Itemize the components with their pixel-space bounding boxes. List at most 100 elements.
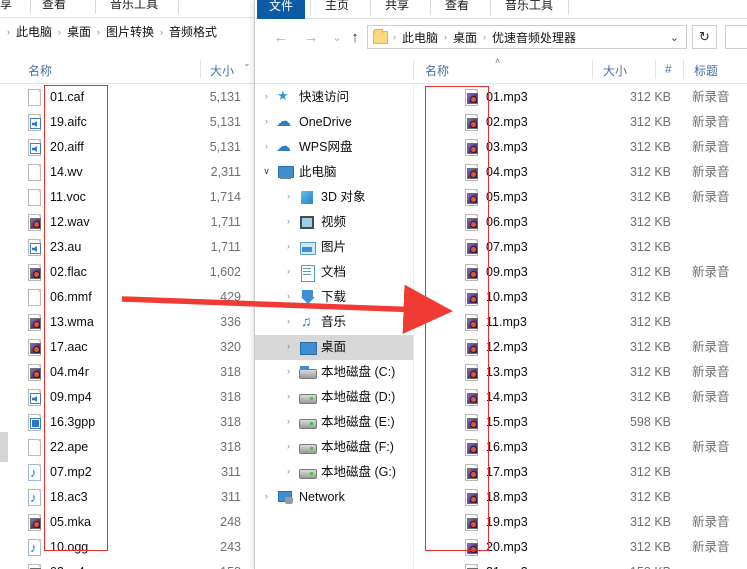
tree-item-13[interactable]: › 本地磁盘 (E:) xyxy=(255,410,413,435)
left-file-row[interactable]: 12.wav 1,711 xyxy=(0,210,255,235)
left-file-name[interactable]: 22.ape xyxy=(50,439,88,456)
arrow-up-icon[interactable]: ↑ xyxy=(343,26,367,48)
left-file-row[interactable]: 18.ac3 311 xyxy=(0,485,255,510)
left-file-row[interactable]: 02.flac 1,602 xyxy=(0,260,255,285)
right-ribbon-tab-4[interactable]: 音乐工具 xyxy=(505,0,553,15)
left-file-row[interactable]: 16.3gpp 318 xyxy=(0,410,255,435)
left-scrollbar[interactable] xyxy=(0,85,8,569)
right-ribbon-tab-3[interactable]: 查看 xyxy=(445,0,469,15)
right-file-list[interactable]: 01.mp3 312 KB 新录音 02.mp3 312 KB 新录音 03.mp3 312 … xyxy=(414,85,747,569)
chevron-right-icon[interactable]: › xyxy=(283,191,294,201)
left-file-name[interactable]: 17.aac xyxy=(50,339,88,356)
left-file-row[interactable]: 04.m4r 318 xyxy=(0,360,255,385)
right-file-name[interactable]: 15.mp3 xyxy=(486,414,528,431)
chevron-right-icon[interactable]: › xyxy=(283,341,294,351)
tree-item-label[interactable]: 本地磁盘 (E:) xyxy=(321,414,395,431)
right-file-row[interactable]: 12.mp3 312 KB 新录音 xyxy=(414,335,747,360)
chevron-right-icon[interactable]: › xyxy=(283,441,294,451)
right-file-name[interactable]: 14.mp3 xyxy=(486,389,528,406)
left-file-name[interactable]: 07.mp2 xyxy=(50,464,92,481)
left-scrollbar-thumb[interactable] xyxy=(0,432,8,462)
right-file-name[interactable]: 11.mp3 xyxy=(486,314,527,331)
left-file-name[interactable]: 01.caf xyxy=(50,89,84,106)
right-column-header-row[interactable]: 名称 ˄ 大小 # 标题 xyxy=(255,56,747,84)
left-breadcrumb-item-3[interactable]: 音频格式 xyxy=(166,23,220,40)
tree-item-14[interactable]: › 本地磁盘 (F:) xyxy=(255,435,413,460)
tree-item-8[interactable]: › 下载 xyxy=(255,285,413,310)
address-breadcrumb[interactable]: › 此电脑 › 桌面 › 优速音频处理器 xyxy=(390,29,579,46)
right-file-row[interactable]: 21.mp3 158 KB xyxy=(414,560,747,569)
tree-item-5[interactable]: › 视频 xyxy=(255,210,413,235)
left-file-row[interactable]: 11.voc 1,714 xyxy=(0,185,255,210)
tree-item-1[interactable]: › OneDrive xyxy=(255,110,413,135)
left-ribbon-tab-0[interactable]: 共享 xyxy=(0,0,12,14)
chevron-right-icon[interactable]: › xyxy=(261,91,272,101)
right-file-row[interactable]: 15.mp3 598 KB xyxy=(414,410,747,435)
left-file-name[interactable]: 11.voc xyxy=(50,189,86,206)
right-file-name[interactable]: 12.mp3 xyxy=(486,339,528,356)
tree-item-label[interactable]: 本地磁盘 (G:) xyxy=(321,464,396,481)
right-file-name[interactable]: 02.mp3 xyxy=(486,114,528,131)
right-file-row[interactable]: 18.mp3 312 KB xyxy=(414,485,747,510)
left-file-row[interactable]: 03.m4a 158 xyxy=(0,560,255,569)
tree-item-label[interactable]: 此电脑 xyxy=(299,164,337,181)
right-file-row[interactable]: 20.mp3 312 KB 新录音 xyxy=(414,535,747,560)
left-breadcrumb-item-2[interactable]: 图片转换 xyxy=(103,23,157,40)
right-ribbon-tab-2[interactable]: 共享 xyxy=(385,0,409,15)
foreground-explorer-window[interactable]: 文件 主页 共享 查看 音乐工具 ← → ⌄ ↑ › 此电脑 › 桌面 › 优速音频处理器 ⌄ ↻… xyxy=(254,0,747,569)
left-file-name[interactable]: 03.m4a xyxy=(50,564,92,569)
tree-item-6[interactable]: › 图片 xyxy=(255,235,413,260)
tree-item-label[interactable]: 本地磁盘 (D:) xyxy=(321,389,395,406)
search-input[interactable] xyxy=(725,25,747,49)
right-file-name[interactable]: 19.mp3 xyxy=(486,514,528,531)
address-bar[interactable]: › 此电脑 › 桌面 › 优速音频处理器 ⌄ xyxy=(367,25,687,49)
right-file-row[interactable]: 09.mp3 312 KB 新录音 xyxy=(414,260,747,285)
chevron-right-icon[interactable]: › xyxy=(283,366,294,376)
refresh-icon[interactable]: ↻ xyxy=(692,25,717,49)
tree-item-2[interactable]: › WPS网盘 xyxy=(255,135,413,160)
left-file-name[interactable]: 05.mka xyxy=(50,514,91,531)
left-file-row[interactable]: 23.au 1,711 xyxy=(0,235,255,260)
right-file-name[interactable]: 07.mp3 xyxy=(486,239,528,256)
left-ribbon-tabs[interactable]: 共享 查看 音乐工具 xyxy=(0,0,255,18)
right-file-row[interactable]: 07.mp3 312 KB xyxy=(414,235,747,260)
left-breadcrumb-bar[interactable]: › 此电脑 › 桌面 › 图片转换 › 音频格式 xyxy=(0,19,255,47)
right-file-name[interactable]: 04.mp3 xyxy=(486,164,528,181)
address-breadcrumb-item-2[interactable]: 优速音频处理器 xyxy=(489,29,579,46)
left-file-name[interactable]: 10.ogg xyxy=(50,539,88,556)
tree-item-7[interactable]: › 文档 xyxy=(255,260,413,285)
tree-item-11[interactable]: › 本地磁盘 (C:) xyxy=(255,360,413,385)
left-file-name[interactable]: 02.flac xyxy=(50,264,87,281)
chevron-right-icon[interactable]: › xyxy=(283,466,294,476)
left-file-row[interactable]: 17.aac 320 xyxy=(0,335,255,360)
tree-item-label[interactable]: 快速访问 xyxy=(299,89,349,106)
left-file-name[interactable]: 09.mp4 xyxy=(50,389,92,406)
right-file-name[interactable]: 03.mp3 xyxy=(486,139,528,156)
left-column-header-name[interactable]: 名称 xyxy=(28,62,52,79)
chevron-right-icon[interactable]: › xyxy=(283,416,294,426)
tree-item-label[interactable]: 本地磁盘 (F:) xyxy=(321,439,394,456)
left-file-name[interactable]: 06.mmf xyxy=(50,289,92,306)
right-file-name[interactable]: 10.mp3 xyxy=(486,289,528,306)
arrow-left-icon[interactable]: ← xyxy=(269,26,293,48)
tree-item-9[interactable]: › 音乐 xyxy=(255,310,413,335)
tree-item-label[interactable]: 3D 对象 xyxy=(321,189,365,206)
right-file-row[interactable]: 10.mp3 312 KB xyxy=(414,285,747,310)
left-file-name[interactable]: 04.m4r xyxy=(50,364,89,381)
right-file-name[interactable]: 18.mp3 xyxy=(486,489,528,506)
right-file-name[interactable]: 09.mp3 xyxy=(486,264,528,281)
tree-item-12[interactable]: › 本地磁盘 (D:) xyxy=(255,385,413,410)
right-file-name[interactable]: 17.mp3 xyxy=(486,464,528,481)
right-ribbon-tab-1[interactable]: 主页 xyxy=(325,0,349,15)
right-file-name[interactable]: 20.mp3 xyxy=(486,539,528,556)
left-file-name[interactable]: 16.3gpp xyxy=(50,414,95,431)
address-breadcrumb-item-1[interactable]: 桌面 xyxy=(450,29,480,46)
navigation-tree[interactable]: ›快速访问›OneDrive›WPS网盘∨此电脑›3D 对象›视频›图片›文档›… xyxy=(255,85,413,569)
arrow-right-icon[interactable]: → xyxy=(299,26,323,48)
right-ribbon-tabs[interactable]: 文件 主页 共享 查看 音乐工具 xyxy=(255,0,747,19)
right-file-row[interactable]: 16.mp3 312 KB 新录音 xyxy=(414,435,747,460)
right-file-row[interactable]: 17.mp3 312 KB xyxy=(414,460,747,485)
left-file-row[interactable]: 14.wv 2,311 xyxy=(0,160,255,185)
right-file-name[interactable]: 01.mp3 xyxy=(486,89,528,106)
left-file-row[interactable]: 05.mka 248 xyxy=(0,510,255,535)
